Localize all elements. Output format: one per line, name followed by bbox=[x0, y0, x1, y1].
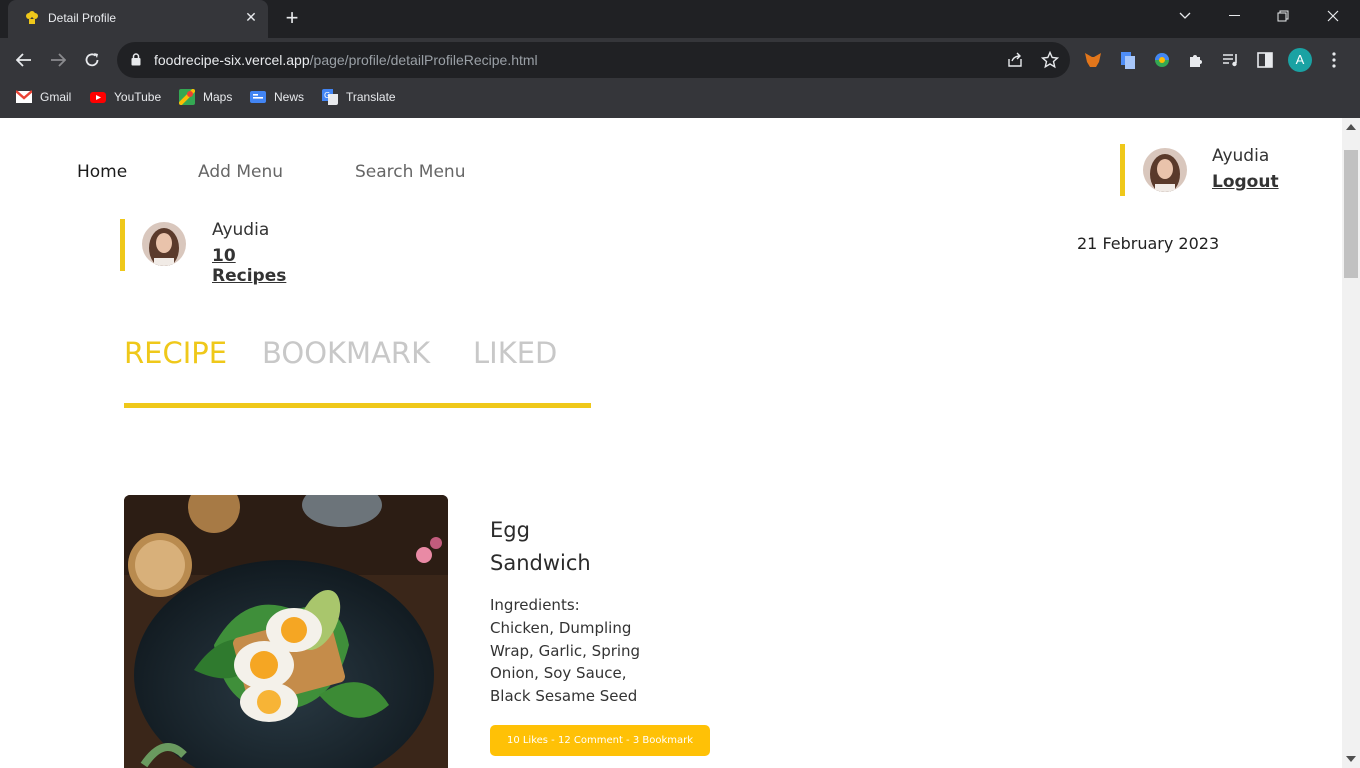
user-name: Ayudia bbox=[1212, 146, 1270, 166]
recipe-stats-badge: 10 Likes - 12 Comment - 3 Bookmark bbox=[490, 725, 710, 756]
ingredients-line: Wrap, Garlic, Spring bbox=[490, 641, 641, 660]
bookmark-gmail[interactable]: Gmail bbox=[16, 88, 71, 106]
tab-title: Detail Profile bbox=[48, 11, 117, 25]
bookmark-youtube[interactable]: YouTube bbox=[90, 88, 161, 106]
tab-search-icon[interactable] bbox=[1162, 0, 1208, 32]
media-queue-icon[interactable] bbox=[1220, 49, 1242, 71]
ingredients-line: Onion, Soy Sauce, bbox=[490, 664, 627, 683]
page-scrollbar[interactable] bbox=[1342, 118, 1360, 768]
ingredients-line: Black Sesame Seed bbox=[490, 687, 638, 706]
close-tab-icon[interactable]: ✕ bbox=[242, 9, 260, 27]
close-window-icon[interactable] bbox=[1310, 0, 1356, 32]
tab-recipe[interactable]: RECIPE bbox=[124, 336, 227, 370]
profile-name: Ayudia bbox=[212, 220, 270, 240]
profile-box: Ayudia 10 Recipes bbox=[120, 219, 286, 286]
url-path: /page/profile/detailProfileRecipe.html bbox=[309, 52, 538, 68]
new-tab-button[interactable]: + bbox=[280, 7, 304, 31]
share-icon[interactable] bbox=[1006, 51, 1024, 69]
tab-bookmark[interactable]: BOOKMARK bbox=[262, 336, 430, 370]
url-host: foodrecipe-six.vercel.app bbox=[154, 52, 310, 68]
lock-icon bbox=[131, 53, 141, 66]
side-panel-icon[interactable] bbox=[1254, 49, 1276, 71]
recipe-title[interactable]: Egg Sandwich bbox=[490, 514, 690, 580]
bookmark-star-icon[interactable] bbox=[1041, 51, 1059, 69]
tab-liked[interactable]: LIKED bbox=[473, 336, 557, 370]
scrollbar-thumb[interactable] bbox=[1344, 150, 1358, 278]
bookmark-label: Translate bbox=[346, 90, 396, 104]
scroll-down-arrow-icon[interactable] bbox=[1346, 756, 1356, 762]
translate-icon: G bbox=[322, 89, 338, 105]
menu-kebab-icon[interactable] bbox=[1323, 49, 1345, 71]
forward-button[interactable] bbox=[44, 46, 72, 74]
recipe-ingredients: Ingredients: Chicken, Dumpling Wrap, Gar… bbox=[490, 594, 660, 708]
bookmark-maps[interactable]: Maps bbox=[179, 88, 232, 106]
chef-hat-icon bbox=[26, 11, 38, 24]
youtube-icon bbox=[90, 92, 106, 103]
metamask-icon[interactable] bbox=[1082, 49, 1104, 71]
bookmark-label: Maps bbox=[203, 90, 233, 104]
address-bar[interactable]: foodrecipe-six.vercel.app/page/profile/d… bbox=[117, 42, 1070, 78]
minimize-icon[interactable] bbox=[1211, 0, 1257, 32]
ingredients-line: Chicken, Dumpling bbox=[490, 618, 632, 637]
browser-chrome: Detail Profile ✕ + foodrecipe-six.vercel… bbox=[0, 0, 1360, 118]
back-button[interactable] bbox=[10, 46, 38, 74]
nav-search-menu-link[interactable]: Search Menu bbox=[355, 162, 465, 182]
profile-avatar-image bbox=[142, 222, 186, 266]
bookmark-label: News bbox=[274, 90, 305, 104]
bookmark-translate[interactable]: G Translate bbox=[322, 88, 396, 106]
recipe-title-line: Egg bbox=[490, 518, 530, 542]
user-avatar[interactable] bbox=[1143, 148, 1187, 192]
maps-icon bbox=[179, 89, 195, 105]
bookmark-news[interactable]: News bbox=[250, 88, 304, 106]
profile-date: 21 February 2023 bbox=[1077, 234, 1220, 253]
scroll-up-arrow-icon[interactable] bbox=[1346, 124, 1356, 130]
gmail-icon bbox=[16, 90, 32, 103]
user-box: Ayudia Logout bbox=[1120, 144, 1279, 196]
news-icon bbox=[250, 91, 266, 103]
bookmark-label: YouTube bbox=[114, 90, 162, 104]
nav-add-menu-link[interactable]: Add Menu bbox=[198, 162, 283, 182]
restore-icon[interactable] bbox=[1260, 0, 1306, 32]
profile-avatar[interactable]: A bbox=[1288, 48, 1312, 72]
browser-toolbar: foodrecipe-six.vercel.app/page/profile/d… bbox=[0, 38, 1360, 80]
docs-extension-icon[interactable] bbox=[1117, 49, 1139, 71]
svg-text:G: G bbox=[324, 91, 330, 100]
logout-link[interactable]: Logout bbox=[1212, 172, 1279, 192]
extensions-puzzle-icon[interactable] bbox=[1185, 49, 1207, 71]
reload-button[interactable] bbox=[78, 46, 106, 74]
tab-strip: Detail Profile ✕ + bbox=[0, 0, 1360, 38]
bookmark-label: Gmail bbox=[40, 90, 72, 104]
tab-underline bbox=[124, 403, 591, 408]
recipe-title-line: Sandwich bbox=[490, 551, 591, 575]
page-content: Home Add Menu Search Menu Ayudia Logout bbox=[0, 118, 1342, 768]
bookmarks-bar: Gmail YouTube Maps News G Translate bbox=[0, 80, 1360, 114]
browser-tab[interactable]: Detail Profile ✕ bbox=[8, 0, 268, 38]
nav-home-link[interactable]: Home bbox=[77, 162, 127, 182]
recipe-image[interactable] bbox=[124, 495, 448, 768]
recipes-count-link[interactable]: 10 Recipes bbox=[212, 246, 286, 286]
ingredients-label: Ingredients: bbox=[490, 596, 580, 614]
url-text[interactable]: foodrecipe-six.vercel.app/page/profile/d… bbox=[154, 52, 538, 68]
extension-globe-icon[interactable] bbox=[1151, 49, 1173, 71]
